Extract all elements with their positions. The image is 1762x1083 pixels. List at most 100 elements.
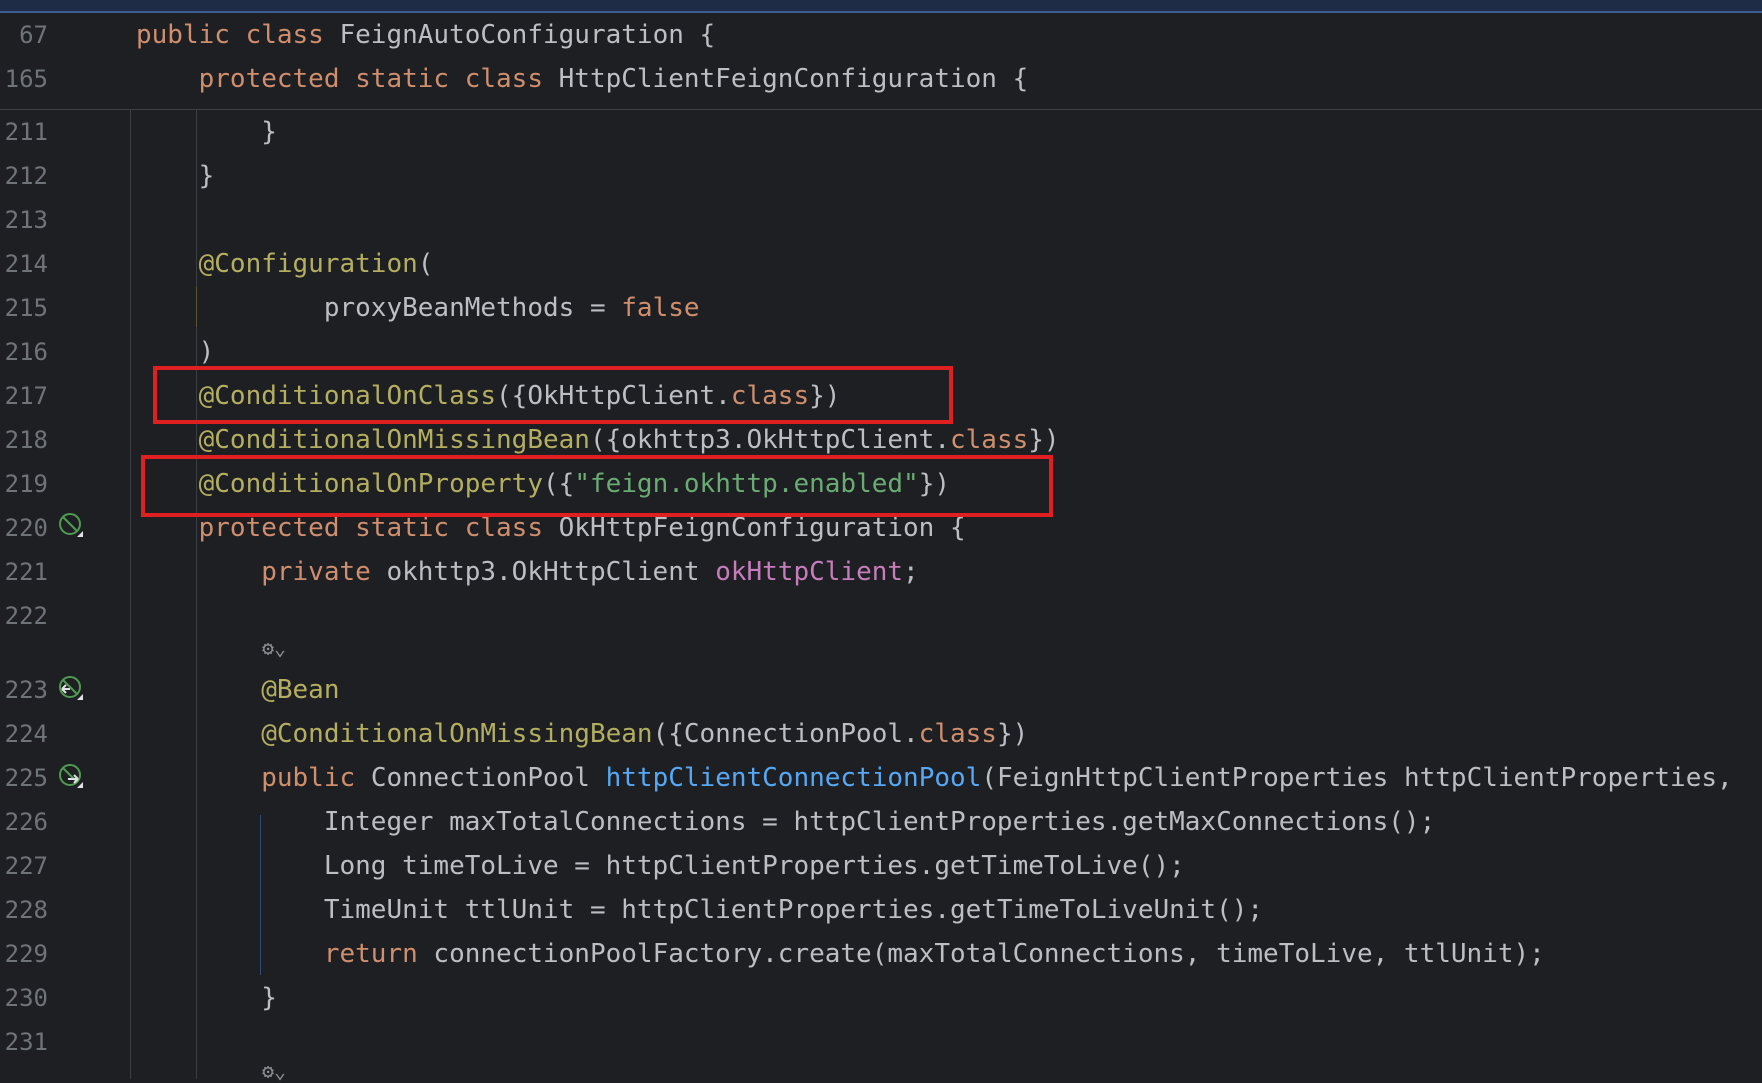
line-number[interactable]: 225 bbox=[0, 756, 48, 800]
code-token: OkHttpFeignConfiguration { bbox=[558, 513, 966, 543]
code-text[interactable]: public ConnectionPool httpClientConnecti… bbox=[136, 756, 1733, 800]
line-number[interactable]: 217 bbox=[0, 374, 48, 418]
line-number[interactable]: 216 bbox=[0, 330, 48, 374]
code-token: httpClientConnectionPool bbox=[605, 763, 982, 793]
code-text[interactable]: private okhttp3.OkHttpClient okHttpClien… bbox=[136, 550, 919, 594]
code-text[interactable]: protected static class HttpClientFeignCo… bbox=[136, 57, 1029, 101]
code-token: proxyBeanMethods = bbox=[136, 293, 622, 323]
line-number[interactable]: 212 bbox=[0, 154, 48, 198]
line-number[interactable]: 219 bbox=[0, 462, 48, 506]
line-number[interactable]: 220 bbox=[0, 506, 48, 550]
code-token: @ConditionalOnMissingBean bbox=[136, 719, 653, 749]
highlight-box-conditional-on-property bbox=[141, 455, 1053, 517]
code-token: } bbox=[136, 117, 277, 147]
code-token: @Configuration bbox=[136, 249, 418, 279]
code-token: Long timeToLive = httpClientProperties.g… bbox=[136, 851, 1185, 881]
inlay-hint-bean-icon[interactable]: ⚙⌄ bbox=[262, 1059, 286, 1083]
code-token: ({okhttp3.OkHttpClient. bbox=[589, 425, 950, 455]
code-text[interactable]: @ConditionalOnMissingBean({ConnectionPoo… bbox=[136, 712, 1028, 756]
code-token: @ConditionalOnMissingBean bbox=[136, 425, 590, 455]
line-number[interactable]: 227 bbox=[0, 844, 48, 888]
code-text[interactable]: } bbox=[136, 154, 215, 198]
code-line-225[interactable]: 225 public ConnectionPool httpClientConn… bbox=[0, 756, 1762, 800]
code-text[interactable]: Integer maxTotalConnections = httpClient… bbox=[136, 800, 1435, 844]
code-token: ) bbox=[136, 337, 215, 367]
code-text[interactable]: return connectionPoolFactory.create(maxT… bbox=[136, 932, 1545, 976]
code-token: okhttp3.OkHttpClient bbox=[386, 557, 716, 587]
code-token: (FeignHttpClientProperties httpClientPro… bbox=[981, 763, 1733, 793]
code-text[interactable]: } bbox=[136, 976, 277, 1020]
code-token: public bbox=[136, 763, 371, 793]
code-token: }) bbox=[1028, 425, 1060, 455]
code-line-214[interactable]: 214 @Configuration( bbox=[0, 242, 1762, 286]
code-token: false bbox=[621, 293, 700, 323]
code-token: connectionPoolFactory.create(maxTotalCon… bbox=[433, 939, 1545, 969]
code-text[interactable]: @Bean bbox=[136, 668, 340, 712]
code-line-228[interactable]: 228 TimeUnit ttlUnit = httpClientPropert… bbox=[0, 888, 1762, 932]
code-line-226[interactable]: 226 Integer maxTotalConnections = httpCl… bbox=[0, 800, 1762, 844]
code-token: protected static class bbox=[136, 64, 559, 94]
code-text[interactable]: proxyBeanMethods = false bbox=[136, 286, 700, 330]
code-line-213[interactable]: 213 bbox=[0, 198, 1762, 242]
bean-navigate-icon[interactable] bbox=[58, 675, 84, 701]
code-line-223[interactable]: 223 @Bean bbox=[0, 668, 1762, 712]
bean-class-icon[interactable] bbox=[58, 512, 84, 538]
code-token: ; bbox=[903, 557, 919, 587]
editor-tab-strip bbox=[0, 0, 1762, 13]
line-number[interactable]: 221 bbox=[0, 550, 48, 594]
code-token: } bbox=[136, 161, 215, 191]
code-line-230[interactable]: 230 } bbox=[0, 976, 1762, 1020]
line-number[interactable]: 226 bbox=[0, 800, 48, 844]
code-token: TimeUnit ttlUnit = httpClientProperties.… bbox=[136, 895, 1264, 925]
code-token: class bbox=[949, 425, 1029, 455]
line-number[interactable]: 222 bbox=[0, 594, 48, 638]
line-number[interactable]: 165 bbox=[0, 57, 48, 101]
code-token: } bbox=[136, 983, 277, 1013]
code-token: okHttpClient bbox=[715, 557, 904, 587]
line-number[interactable]: 211 bbox=[0, 110, 48, 154]
code-line-221[interactable]: 221 private okhttp3.OkHttpClient okHttpC… bbox=[0, 550, 1762, 594]
code-token: FeignAutoConfiguration { bbox=[339, 20, 716, 50]
code-token: Integer maxTotalConnections = httpClient… bbox=[136, 807, 1436, 837]
code-text[interactable]: @Configuration( bbox=[136, 242, 434, 286]
inlay-hint-bean-icon[interactable]: ⚙⌄ bbox=[262, 636, 286, 660]
code-line-224[interactable]: 224 @ConditionalOnMissingBean({Connectio… bbox=[0, 712, 1762, 756]
code-token: ( bbox=[417, 249, 434, 279]
line-number[interactable]: 218 bbox=[0, 418, 48, 462]
line-number[interactable]: 230 bbox=[0, 976, 48, 1020]
code-line-231[interactable]: 231 bbox=[0, 1020, 1762, 1064]
code-line-215[interactable]: 215 proxyBeanMethods = false bbox=[0, 286, 1762, 330]
code-line-229[interactable]: 229 return connectionPoolFactory.create(… bbox=[0, 932, 1762, 976]
line-number[interactable]: 67 bbox=[0, 13, 48, 57]
code-token: @Bean bbox=[136, 675, 340, 705]
line-number[interactable]: 213 bbox=[0, 198, 48, 242]
code-token: class bbox=[918, 719, 997, 749]
code-text[interactable]: TimeUnit ttlUnit = httpClientProperties.… bbox=[136, 888, 1263, 932]
code-token: protected static class bbox=[136, 513, 559, 543]
highlight-box-conditional-on-class bbox=[153, 366, 953, 424]
line-number[interactable]: 228 bbox=[0, 888, 48, 932]
code-token: private bbox=[136, 557, 387, 587]
line-number[interactable]: 223 bbox=[0, 668, 48, 712]
code-text[interactable]: } bbox=[136, 110, 277, 154]
code-token: public class bbox=[136, 20, 340, 50]
code-token: ConnectionPool bbox=[370, 763, 606, 793]
bean-method-icon[interactable] bbox=[58, 763, 84, 789]
code-line-227[interactable]: 227 Long timeToLive = httpClientProperti… bbox=[0, 844, 1762, 888]
code-line-211[interactable]: 211 } bbox=[0, 110, 1762, 154]
code-line-212[interactable]: 212 } bbox=[0, 154, 1762, 198]
line-number[interactable]: 231 bbox=[0, 1020, 48, 1064]
code-token: HttpClientFeignConfiguration { bbox=[558, 64, 1029, 94]
code-text[interactable]: Long timeToLive = httpClientProperties.g… bbox=[136, 844, 1185, 888]
code-text[interactable]: public class FeignAutoConfiguration { bbox=[136, 13, 715, 57]
code-line-67[interactable]: 67 public class FeignAutoConfiguration { bbox=[0, 13, 1762, 57]
line-number[interactable]: 229 bbox=[0, 932, 48, 976]
line-number[interactable]: 214 bbox=[0, 242, 48, 286]
code-token: return bbox=[136, 939, 434, 969]
code-line-165[interactable]: 165 protected static class HttpClientFei… bbox=[0, 57, 1762, 101]
code-token: }) bbox=[996, 719, 1029, 749]
code-token: ({ConnectionPool. bbox=[652, 719, 919, 749]
line-number[interactable]: 215 bbox=[0, 286, 48, 330]
code-line-222[interactable]: 222 bbox=[0, 594, 1762, 638]
line-number[interactable]: 224 bbox=[0, 712, 48, 756]
